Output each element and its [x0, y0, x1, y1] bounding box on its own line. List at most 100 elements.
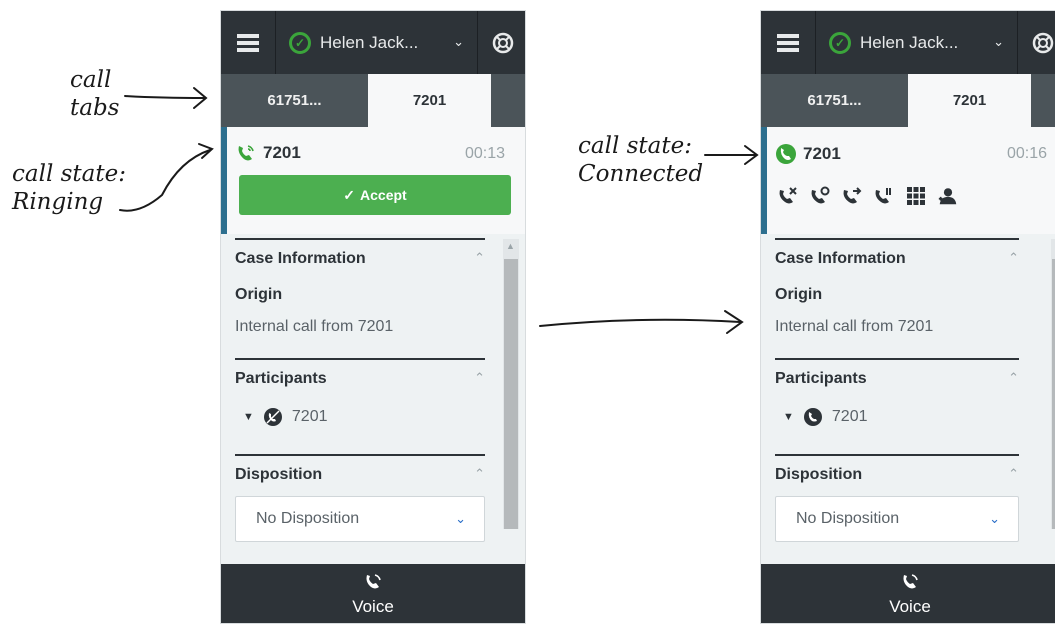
dialpad-icon: [907, 187, 925, 205]
tab-call-1[interactable]: 61751...: [221, 74, 368, 127]
call-state-row: 7201 00:13 ✓ Accept: [221, 127, 525, 234]
participant-row[interactable]: ▼ 7201: [783, 408, 867, 426]
hang-up-button[interactable]: [777, 185, 799, 207]
chevron-down-icon: ⌄: [455, 511, 466, 526]
collapse-chevron-icon[interactable]: ⌃: [1008, 466, 1019, 482]
disposition-section: Disposition ⌃ No Disposition ⌄: [775, 454, 1019, 556]
status-ready-icon: ✓: [829, 31, 851, 54]
scrollbar[interactable]: ▲: [1051, 239, 1055, 529]
participant-row[interactable]: ▼ 7201: [243, 408, 327, 426]
accept-button[interactable]: ✓ Accept: [239, 175, 511, 215]
tab-call-2[interactable]: 7201: [368, 74, 491, 127]
section-title: Disposition: [775, 466, 863, 483]
agent-panel-connected: ✓ Helen Jack... ⌄ 61751... 7201 7201 00:…: [760, 10, 1055, 624]
call-number: 7201: [775, 143, 841, 165]
annotation-line: call state:: [578, 133, 692, 159]
user-name: Helen Jack...: [860, 32, 959, 52]
voice-label: Voice: [352, 596, 394, 616]
voice-channel-bar[interactable]: Voice: [221, 564, 525, 623]
top-bar: ✓ Helen Jack... ⌄: [761, 11, 1055, 74]
dialpad-button[interactable]: [905, 185, 927, 207]
scrollbar[interactable]: ▲: [503, 239, 519, 529]
menu-button[interactable]: [221, 11, 276, 74]
help-button[interactable]: [1017, 11, 1055, 74]
section-title: Participants: [235, 370, 327, 387]
scrollbar-thumb[interactable]: [504, 259, 518, 529]
accept-label: Accept: [360, 187, 407, 203]
conference-button[interactable]: [937, 185, 959, 207]
lifebuoy-icon: [1032, 32, 1054, 53]
conference-icon: [938, 188, 957, 205]
collapse-chevron-icon[interactable]: ⌃: [474, 466, 485, 482]
case-information-section: Case Information ⌃ Origin Internal call …: [235, 238, 485, 360]
call-number-text: 7201: [803, 144, 841, 163]
help-button[interactable]: [477, 11, 525, 74]
annotation-line: Ringing: [12, 189, 104, 215]
hang-up-icon: [779, 187, 797, 204]
collapse-chevron-icon[interactable]: ⌃: [474, 370, 485, 386]
collapse-chevron-icon[interactable]: ⌃: [1008, 370, 1019, 386]
voice-phone-icon: [366, 573, 381, 588]
call-tabs: 61751... 7201: [761, 74, 1055, 127]
check-icon: ✓: [343, 186, 356, 203]
chevron-down-icon: ⌄: [453, 34, 464, 49]
caret-down-icon: ▼: [783, 411, 794, 423]
arrow-connected-head: [744, 145, 759, 165]
consult-icon: [875, 188, 891, 204]
hold-button[interactable]: [809, 185, 831, 207]
tab-call-2[interactable]: 7201: [908, 74, 1031, 127]
lifebuoy-icon: [492, 32, 514, 53]
annotation-connected: call state: Connected: [578, 132, 703, 188]
participants-section: Participants ⌃ ▼ 7201: [775, 358, 1019, 456]
ringing-phone-icon: [238, 145, 254, 161]
arrow-ringing-head: [198, 143, 214, 159]
agent-panel-ringing: ✓ Helen Jack... ⌄ 61751... 7201 7201 00:…: [220, 10, 526, 624]
status-ready-icon: ✓: [289, 31, 311, 54]
disposition-select[interactable]: No Disposition ⌄: [775, 496, 1019, 542]
arrow-ringing: [119, 149, 211, 212]
transfer-button[interactable]: [841, 185, 863, 207]
disposition-value: No Disposition: [256, 510, 360, 527]
call-timer: 00:16: [1006, 145, 1047, 162]
call-number-text: 7201: [263, 143, 301, 162]
user-name: Helen Jack...: [320, 32, 419, 52]
chevron-down-icon: ⌄: [989, 511, 1000, 526]
annotation-line: Connected: [578, 161, 704, 187]
arrow-call-tabs-head: [193, 87, 208, 109]
arrow-call-tabs: [124, 95, 205, 99]
call-timer: 00:13: [464, 145, 505, 162]
participant-phone-icon: [803, 408, 822, 426]
annotation-call-tabs: call tabs: [70, 66, 119, 122]
consult-button[interactable]: [873, 185, 895, 207]
call-state-row: 7201 00:16: [761, 127, 1055, 234]
origin-label: Origin: [775, 286, 823, 303]
origin-label: Origin: [235, 286, 283, 303]
hold-icon: [811, 186, 830, 204]
disposition-select[interactable]: No Disposition ⌄: [235, 496, 485, 542]
participants-section: Participants ⌃ ▼ 7201: [235, 358, 485, 456]
chevron-down-icon: ⌄: [993, 34, 1004, 49]
user-status-dropdown[interactable]: ✓ Helen Jack... ⌄: [816, 11, 1016, 74]
section-title: Case Information: [775, 250, 906, 267]
disposition-value: No Disposition: [796, 510, 900, 527]
tab-call-1[interactable]: 61751...: [761, 74, 908, 127]
voice-phone-icon: [903, 573, 918, 588]
collapse-chevron-icon[interactable]: ⌃: [474, 250, 485, 266]
scroll-up-arrow-icon[interactable]: ▲: [506, 241, 515, 251]
hamburger-icon: [237, 33, 259, 52]
origin-value: Internal call from 7201: [235, 318, 394, 335]
origin-value: Internal call from 7201: [775, 318, 934, 335]
annotation-line: call state:: [12, 161, 126, 187]
call-actions-toolbar: [777, 185, 959, 207]
menu-button[interactable]: [761, 11, 816, 74]
user-status-dropdown[interactable]: ✓ Helen Jack... ⌄: [276, 11, 476, 74]
voice-channel-bar[interactable]: Voice: [761, 564, 1055, 623]
arrow-transition-head: [724, 310, 744, 334]
connected-phone-icon: [776, 144, 796, 164]
section-title: Participants: [775, 370, 867, 387]
case-content: Case Information ⌃ Origin Internal call …: [221, 234, 525, 564]
annotation-ringing: call state: Ringing: [12, 160, 126, 216]
transfer-icon: [843, 187, 862, 204]
collapse-chevron-icon[interactable]: ⌃: [1008, 250, 1019, 266]
participant-number: 7201: [831, 408, 868, 425]
